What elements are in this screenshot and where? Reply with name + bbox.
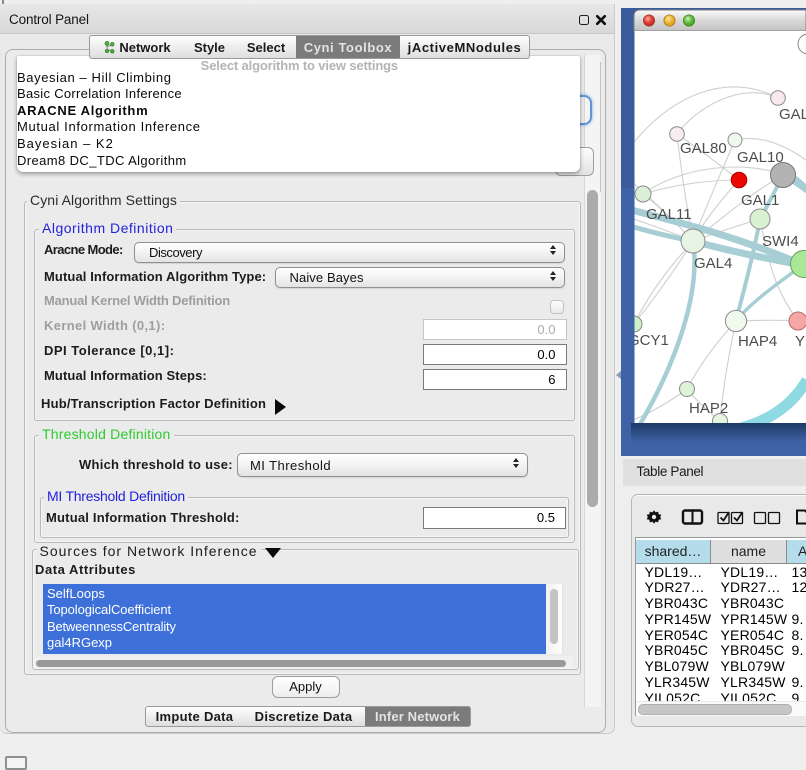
svg-text:GAL4: GAL4 bbox=[694, 255, 732, 272]
svg-text:HAP4: HAP4 bbox=[738, 333, 777, 350]
svg-text:Y: Y bbox=[795, 333, 805, 350]
svg-text:HAP2: HAP2 bbox=[689, 400, 728, 417]
svg-text:GAL11: GAL11 bbox=[646, 206, 692, 223]
svg-text:SWI4: SWI4 bbox=[762, 233, 799, 250]
svg-text:GAL: GAL bbox=[779, 106, 806, 123]
svg-text:GAL80: GAL80 bbox=[680, 140, 727, 157]
svg-text:GAL10: GAL10 bbox=[737, 149, 784, 166]
svg-text:GAL1: GAL1 bbox=[741, 192, 779, 209]
